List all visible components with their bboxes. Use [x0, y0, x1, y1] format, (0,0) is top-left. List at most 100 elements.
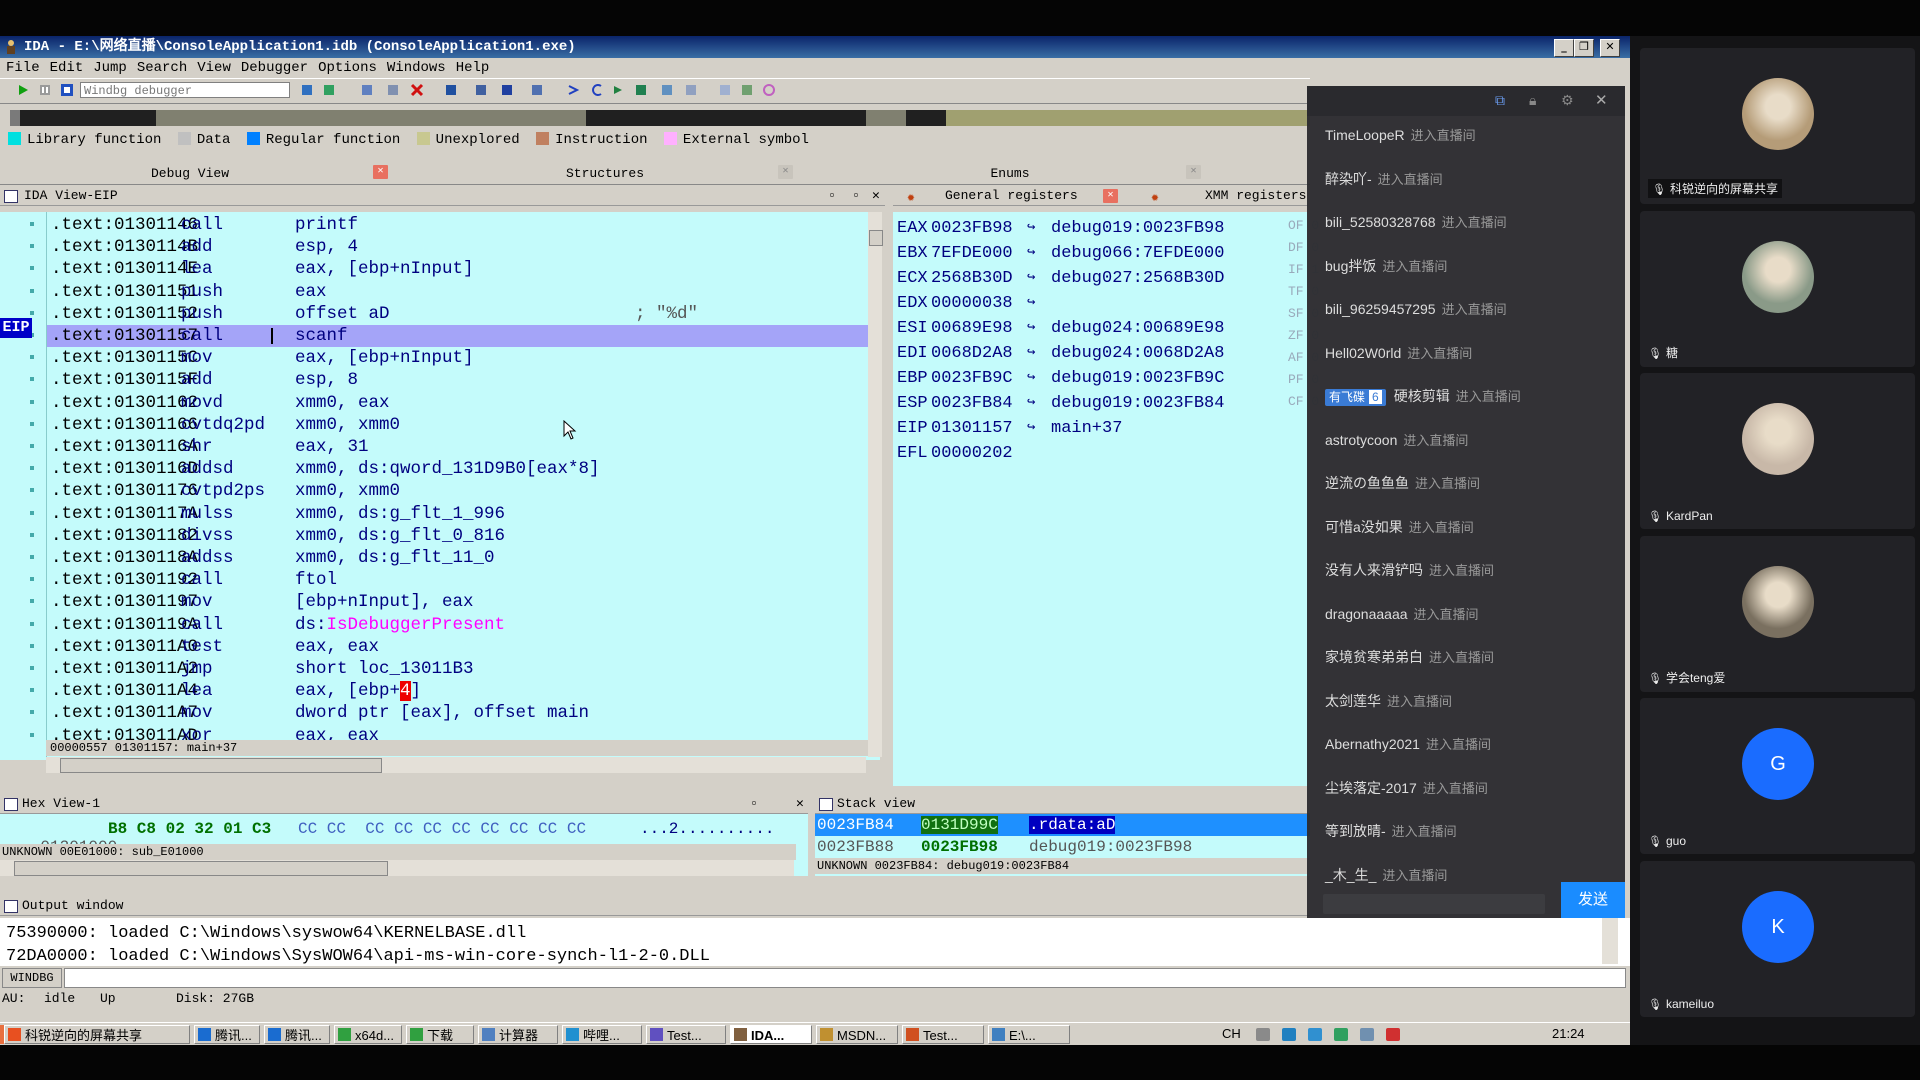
code-area[interactable]: .text:01301146 call printf .text:0130114B ad… [46, 212, 877, 757]
chat-username[interactable]: 太剑莲华 [1325, 693, 1381, 709]
general-registers-panel[interactable]: EAX 0023FB98 ↪ debug019:0023FB98 EBX 7EFDE000… [893, 212, 1319, 786]
import-name[interactable]: IsDebuggerPresent [327, 615, 506, 635]
close-icon[interactable]: ✕ [1103, 189, 1118, 203]
participant-card[interactable]: 🎙︎ 科锐逆向的屏幕共享 [1640, 48, 1915, 204]
disassembly-view[interactable]: EIP .text:01301146 call printf .text:013011… [0, 212, 883, 773]
taskbar-item[interactable]: Test... [646, 1025, 726, 1044]
register-value[interactable]: 01301157 [931, 416, 1013, 441]
menu-file[interactable]: File [6, 60, 40, 76]
chat-username[interactable]: 尘埃落定-2017 [1325, 780, 1417, 796]
register-value[interactable]: 00000038 [931, 291, 1013, 316]
taskbar-item[interactable]: 下载 [406, 1025, 474, 1044]
chat-input[interactable] [1323, 894, 1545, 914]
taskbar-item[interactable]: E:\... [988, 1025, 1070, 1044]
link-arrow-icon[interactable]: ↪ [1027, 341, 1035, 366]
code-line[interactable]: .text:01301192 call ftol [51, 569, 337, 591]
shield-icon[interactable] [1308, 1028, 1322, 1041]
chat-username[interactable]: 可惜a没如果 [1325, 519, 1403, 535]
link-arrow-icon[interactable]: ↪ [1027, 366, 1035, 391]
link-arrow-icon[interactable]: ↪ [1027, 391, 1035, 416]
graph-icon[interactable] [740, 83, 754, 97]
close-button[interactable]: ✕ [1600, 39, 1620, 57]
stack-row[interactable]: 0023FB88 0023FB98 debug019:0023FB98 [815, 836, 1310, 858]
chat-username[interactable]: bili_96259457295 [1325, 301, 1436, 317]
tab-debug-view[interactable]: Debug View [0, 164, 380, 183]
chat-username[interactable]: _木_生_ [1325, 867, 1376, 883]
taskbar-item[interactable]: 科锐逆向的屏幕共享 [4, 1025, 190, 1044]
navigation-band[interactable] [10, 108, 1310, 128]
chat-username[interactable]: 没有人来滑铲吗 [1325, 562, 1423, 578]
register-ref[interactable]: debug066:7EFDE000 [1051, 241, 1224, 266]
share-icon[interactable]: ⧉ [1495, 92, 1505, 109]
horizontal-scrollbar[interactable] [46, 757, 866, 773]
close-icon[interactable]: ✕ [1595, 91, 1608, 109]
run-to-cursor-icon[interactable] [474, 83, 488, 97]
code-line[interactable]: .text:01301197 mov [ebp+nInput], eax [51, 591, 474, 613]
jump-icon[interactable] [566, 83, 580, 97]
menu-search[interactable]: Search [137, 60, 187, 76]
command-input[interactable] [64, 968, 1626, 988]
chat-username[interactable]: Abernathy2021 [1325, 736, 1420, 752]
register-ref[interactable]: main+37 [1051, 416, 1122, 441]
scrollbar-thumb[interactable] [14, 861, 388, 876]
code-line[interactable]: .text:0130114B add esp, 4 [51, 236, 358, 258]
link-arrow-icon[interactable]: ↪ [1027, 241, 1035, 266]
code-line[interactable]: .text:01301182 divss xmm0, ds:g_flt_0_816 [51, 525, 505, 547]
taskbar-item[interactable]: x64d... [334, 1025, 402, 1044]
code-line[interactable]: .text:013011A2 jmp short loc_13011B3 [51, 658, 474, 680]
taskbar-item[interactable]: 腾讯... [194, 1025, 260, 1044]
code-line[interactable]: .text:013011A7 mov dword ptr [eax], offset… [51, 702, 589, 724]
link-arrow-icon[interactable]: ↪ [1027, 216, 1035, 241]
code-line[interactable]: .text:01301151 push eax [51, 281, 327, 303]
chat-username[interactable]: bug拌饭 [1325, 258, 1376, 274]
memory-icon[interactable] [660, 83, 674, 97]
general-registers-title[interactable]: General registers [945, 187, 1078, 205]
link-arrow-icon[interactable]: ↪ [1027, 316, 1035, 341]
gear-icon[interactable]: ⚙ [1561, 92, 1574, 109]
step-into-icon[interactable] [386, 83, 400, 97]
lock-icon[interactable]: 🔒︎ [1529, 92, 1536, 109]
chat-username[interactable]: bili_52580328768 [1325, 214, 1436, 230]
code-line[interactable]: .text:0130115C mov eax, [ebp+nInput] [51, 347, 474, 369]
debugger-select[interactable]: Windbg debugger [80, 82, 290, 98]
minimize-button[interactable]: _ [1554, 39, 1574, 57]
horizontal-scrollbar[interactable] [0, 860, 794, 876]
link-icon[interactable] [762, 83, 776, 97]
threads-icon[interactable] [684, 83, 698, 97]
code-line[interactable]: .text:0130118A addss xmm0, ds:g_flt_11_0 [51, 547, 495, 569]
scrollbar-thumb[interactable] [60, 758, 382, 773]
close-icon[interactable]: ✕ [373, 165, 388, 179]
register-ref[interactable]: debug027:2568B30D [1051, 266, 1224, 291]
pause-icon[interactable] [38, 83, 52, 97]
taskbar-item[interactable]: 哔哩... [562, 1025, 642, 1044]
tab-structures[interactable]: Structures [420, 164, 790, 183]
stack-view[interactable]: 0023FB84 0131D99C .rdata:aD 0023FB88 002… [815, 814, 1312, 876]
forward-icon[interactable] [612, 83, 626, 97]
code-line[interactable]: .text:0130114E lea eax, [ebp+nInput] [51, 258, 474, 280]
chat-username[interactable]: Hell02W0rld [1325, 345, 1401, 361]
chat-username[interactable]: TimeLoopeR [1325, 127, 1405, 143]
menu-jump[interactable]: Jump [93, 60, 127, 76]
xmm-registers-title[interactable]: XMM registers [1205, 187, 1306, 205]
scrollbar-thumb[interactable] [869, 230, 883, 246]
detach-icon[interactable] [322, 83, 336, 97]
code-line[interactable]: .text:01301152 push offset aD ; "%d" [51, 303, 698, 325]
start-process-icon[interactable] [16, 83, 30, 97]
taskbar-item[interactable]: MSDN... [816, 1025, 898, 1044]
menu-help[interactable]: Help [456, 60, 490, 76]
vertical-scrollbar[interactable] [1602, 918, 1618, 964]
register-value[interactable]: 00689E98 [931, 316, 1013, 341]
network-icon[interactable] [1282, 1028, 1296, 1041]
chat-username[interactable]: 醉染吖- [1325, 171, 1372, 187]
stack-row-selected[interactable]: 0023FB84 0131D99C .rdata:aD [815, 814, 1310, 836]
taskbar-item[interactable]: IDA... [730, 1025, 812, 1044]
register-value[interactable]: 0023FB9C [931, 366, 1013, 391]
register-ref[interactable]: debug019:0023FB9C [1051, 366, 1224, 391]
register-ref[interactable]: debug019:0023FB84 [1051, 391, 1224, 416]
float-icon[interactable]: ▫ [750, 795, 758, 813]
hex-view[interactable]: 01301000 B8 C8 02 32 01 C3 CC CC CC CC C… [0, 814, 808, 876]
attach-icon[interactable] [300, 83, 314, 97]
chat-username[interactable]: dragonaaaaa [1325, 606, 1408, 622]
send-button[interactable]: 发送 [1561, 882, 1625, 918]
link-arrow-icon[interactable]: ↪ [1027, 291, 1035, 316]
